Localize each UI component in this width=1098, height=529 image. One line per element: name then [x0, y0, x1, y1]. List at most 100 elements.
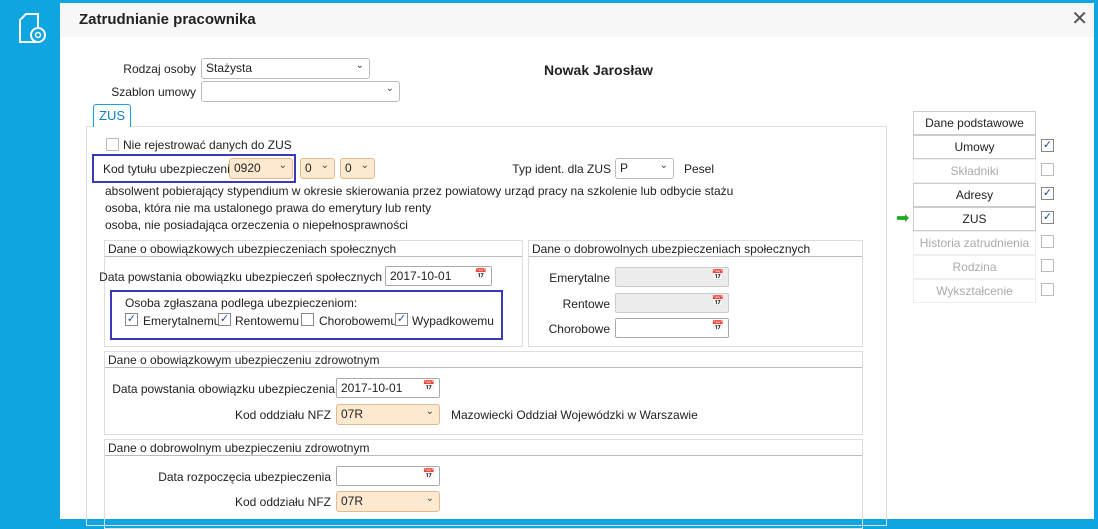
nav-adresy[interactable]: Adresy — [913, 183, 1036, 207]
chevron-down-icon: ⌄ — [320, 160, 329, 171]
calendar-icon[interactable]: 📅 — [423, 469, 435, 480]
rentowe-date[interactable]: 📅 — [615, 293, 729, 313]
vh-date-label: Data rozpoczęcia ubezpieczenia — [158, 470, 331, 484]
nav-wyksztalcenie[interactable]: Wykształcenie — [913, 279, 1036, 303]
szablon-umowy-label: Szablon umowy — [111, 85, 196, 99]
rodzaj-osoby-value: Stażysta — [206, 61, 253, 75]
rodzaj-osoby-label: Rodzaj osoby — [123, 62, 196, 76]
vh-nfz-label: Kod oddziału NFZ — [234, 495, 331, 509]
typ-ident-value: P — [620, 161, 629, 175]
ms-date-label: Data powstania obowiązku ubezpieczeń spo… — [99, 270, 382, 284]
chevron-down-icon: ⌄ — [278, 160, 287, 171]
chorobowemu-label: Chorobowemu — [319, 314, 398, 328]
kod-tytulu-value: 0920 — [234, 161, 261, 175]
typ-ident-select[interactable]: P ⌄ — [615, 158, 674, 179]
nav-label: Historia zatrudnienia — [919, 236, 1030, 250]
mh-date-input[interactable]: 2017-10-01 📅 — [336, 378, 440, 398]
nfz-value: 07R — [341, 494, 364, 508]
chorobowe-label: Chorobowe — [548, 322, 610, 336]
chevron-down-icon: ⌄ — [360, 160, 369, 171]
tab-label: ZUS — [99, 108, 125, 123]
mh-nfz-label: Kod oddziału NFZ — [234, 408, 331, 422]
nav-umowy[interactable]: Umowy — [913, 135, 1036, 159]
nav-zus-checkbox[interactable]: ✓ — [1041, 211, 1054, 224]
section-title: Dane o dobrowolnych ubezpieczeniach społ… — [529, 241, 862, 257]
section-title: Dane o obowiązkowym ubezpieczeniu zdrowo… — [105, 352, 862, 368]
rentowemu-checkbox[interactable]: ✓ — [218, 313, 231, 326]
section-title: Dane o obowiązkowych ubezpieczeniach spo… — [105, 241, 522, 257]
app-sidebar — [0, 0, 60, 519]
wypadkowemu-label: Wypadkowemu — [412, 314, 494, 328]
title-bar: Zatrudnianie pracownika ✕ — [60, 3, 1094, 37]
date-value: 2017-10-01 — [341, 381, 403, 395]
calendar-icon: 📅 — [711, 270, 724, 281]
chevron-down-icon: ⌄ — [385, 83, 394, 94]
subject-label: Osoba zgłaszana podlega ubezpieczeniom: — [125, 296, 358, 310]
chorobowemu-checkbox[interactable] — [301, 313, 314, 326]
nav-adresy-checkbox[interactable]: ✓ — [1041, 187, 1054, 200]
kod-tytulu-value-2: 0 — [305, 161, 312, 175]
emerytalnemu-checkbox[interactable]: ✓ — [125, 313, 138, 326]
nav-rodzina-checkbox[interactable] — [1041, 259, 1054, 272]
nav-label: ZUS — [962, 212, 987, 226]
nie-rejestrowac-checkbox[interactable] — [106, 138, 119, 151]
nfz-value: 07R — [341, 407, 364, 421]
kod-tytulu-select-2[interactable]: 0 ⌄ — [300, 158, 335, 179]
rodzaj-osoby-select[interactable]: Stażysta ⌄ — [201, 58, 370, 79]
nav-label: Składniki — [950, 164, 999, 178]
calendar-icon: 📅 — [711, 296, 724, 307]
nav-label: Wykształcenie — [936, 284, 1013, 298]
nav-dane-podstawowe[interactable]: Dane podstawowe — [913, 111, 1036, 135]
kod-tytulu-select[interactable]: 0920 ⌄ — [229, 158, 293, 179]
nav-wyksztalcenie-checkbox[interactable] — [1041, 283, 1054, 296]
voluntary-health-section: Dane o dobrowolnym ubezpieczeniu zdrowot… — [104, 439, 863, 529]
typ-ident-desc: Pesel — [684, 162, 715, 176]
chevron-down-icon: ⌄ — [425, 493, 434, 504]
nie-rejestrowac-label: Nie rejestrować danych do ZUS — [123, 138, 292, 152]
dialog-title: Zatrudnianie pracownika — [79, 11, 256, 28]
chorobowe-date[interactable]: 📅 — [615, 318, 729, 338]
person-name: Nowak Jarosław — [544, 62, 653, 78]
chevron-down-icon: ⌄ — [659, 160, 668, 171]
vh-date-input[interactable]: 📅 — [336, 466, 440, 486]
typ-ident-label: Typ ident. dla ZUS — [512, 162, 611, 176]
szablon-umowy-select[interactable]: ⌄ — [201, 81, 400, 102]
chevron-down-icon: ⌄ — [355, 60, 364, 71]
tab-zus[interactable]: ZUS — [93, 104, 131, 127]
nav-label: Dane podstawowe — [925, 116, 1024, 130]
current-arrow-icon: ➡ — [896, 210, 910, 227]
emerytalne-date[interactable]: 📅 — [615, 267, 729, 287]
calendar-icon[interactable]: 📅 — [475, 269, 487, 280]
document-gear-icon[interactable] — [18, 12, 48, 46]
nav-historia-zatrudnienia[interactable]: Historia zatrudnienia — [913, 231, 1036, 255]
mh-nfz-select[interactable]: 07R ⌄ — [336, 404, 440, 425]
emerytalnemu-label: Emerytalnemu — [143, 314, 221, 328]
nav-label: Adresy — [955, 188, 994, 202]
kod-tytulu-label: Kod tytułu ubezpieczenia — [103, 162, 237, 176]
rentowe-label: Rentowe — [562, 297, 610, 311]
section-title: Dane o dobrowolnym ubezpieczeniu zdrowot… — [105, 440, 862, 456]
nav-rodzina[interactable]: Rodzina — [913, 255, 1036, 279]
mh-date-label: Data powstania obowiązku ubezpieczenia — [112, 382, 335, 396]
date-value: 2017-10-01 — [390, 269, 452, 283]
calendar-icon[interactable]: 📅 — [423, 381, 435, 392]
nav-label: Umowy — [954, 140, 995, 154]
calendar-icon[interactable]: 📅 — [712, 321, 724, 332]
desc-line: osoba, która nie ma ustalonego prawa do … — [105, 201, 432, 215]
mh-nfz-desc: Mazowiecki Oddział Wojewódzki w Warszawi… — [451, 408, 698, 422]
kod-tytulu-select-3[interactable]: 0 ⌄ — [340, 158, 375, 179]
vh-nfz-select[interactable]: 07R ⌄ — [336, 491, 440, 512]
nav-historia-checkbox[interactable] — [1041, 235, 1054, 248]
ms-date-input[interactable]: 2017-10-01 📅 — [385, 266, 492, 286]
desc-line: osoba, nie posiadająca orzeczenia o niep… — [105, 218, 408, 232]
close-icon[interactable]: ✕ — [1071, 6, 1088, 31]
kod-tytulu-value-3: 0 — [345, 161, 352, 175]
emerytalne-label: Emerytalne — [549, 271, 610, 285]
nav-skladniki[interactable]: Składniki — [913, 159, 1036, 183]
nav-label: Rodzina — [952, 260, 997, 274]
chevron-down-icon: ⌄ — [425, 406, 434, 417]
wypadkowemu-checkbox[interactable]: ✓ — [395, 313, 408, 326]
nav-umowy-checkbox[interactable]: ✓ — [1041, 139, 1054, 152]
nav-skladniki-checkbox[interactable] — [1041, 163, 1054, 176]
nav-zus[interactable]: ZUS — [913, 207, 1036, 231]
